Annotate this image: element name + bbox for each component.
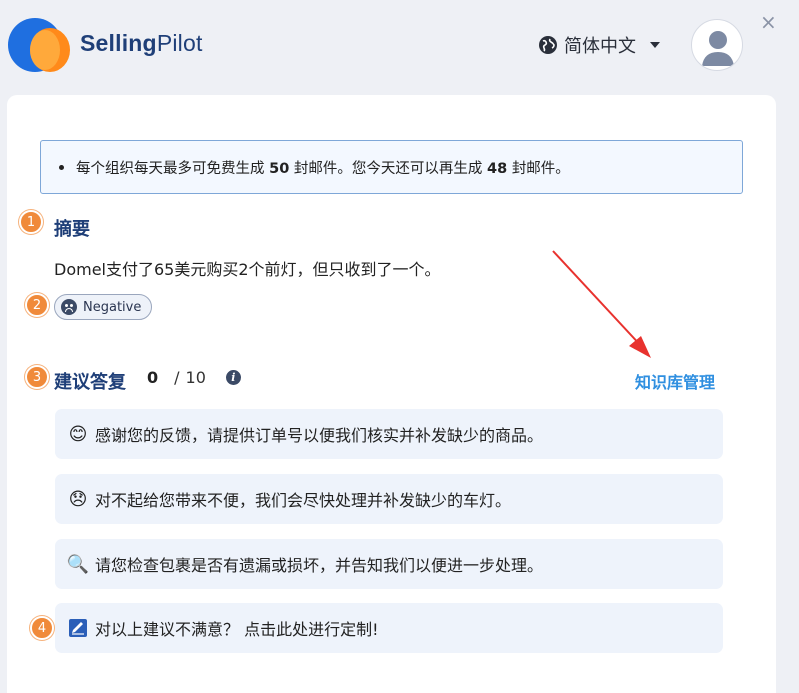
close-icon[interactable]: × xyxy=(760,12,777,32)
selling-pilot-logo xyxy=(8,18,72,74)
brand-name: SellingPilot xyxy=(80,30,203,56)
suggestion-counter: 0 / 10 i xyxy=(147,368,241,387)
edit-icon xyxy=(67,617,89,639)
sad-face-icon xyxy=(61,299,77,315)
app-header: SellingPilot 简体中文 × xyxy=(0,0,799,92)
count-used: 0 xyxy=(147,368,159,387)
reply-text: 请您检查包裹是否有遗漏或损坏，并告知我们以便进一步处理。 xyxy=(95,556,544,575)
suggested-reply-1[interactable]: 😊 感谢您的反馈，请提供订单号以便我们核实并补发缺少的商品。 xyxy=(55,409,723,459)
disappointed-emoji-icon: 😞 xyxy=(68,488,88,510)
sentiment-label: Negative xyxy=(83,299,142,315)
knowledge-base-link[interactable]: 知识库管理 xyxy=(635,369,715,393)
customize-suggestions-button[interactable]: 对以上建议不满意？ 点击此处进行定制! xyxy=(55,603,723,653)
step-marker-2: 2 xyxy=(25,293,49,317)
suggested-reply-2[interactable]: 😞 对不起给您带来不便，我们会尽快处理并补发缺少的车灯。 xyxy=(55,474,723,524)
reply-text: 对不起给您带来不便，我们会尽快处理并补发缺少的车灯。 xyxy=(95,491,512,510)
quota-notice: 每个组织每天最多可免费生成 50 封邮件。您今天还可以再生成 48 封邮件。 xyxy=(40,140,743,194)
step-marker-4: 4 xyxy=(30,616,54,640)
smile-emoji-icon: 😊 xyxy=(68,423,88,445)
remaining-count: 48 xyxy=(487,160,508,177)
user-avatar[interactable] xyxy=(691,19,743,71)
suggestions-title: 建议答复 xyxy=(54,372,126,393)
bullet-icon xyxy=(59,164,64,170)
daily-limit: 50 xyxy=(269,160,290,177)
language-label: 简体中文 xyxy=(564,36,636,57)
info-icon[interactable]: i xyxy=(225,370,241,385)
summary-text: Domel支付了65美元购买2个前灯，但只收到了一个。 xyxy=(54,260,441,279)
magnifier-icon: 🔍 xyxy=(66,553,90,575)
step-marker-1: 1 xyxy=(19,210,43,234)
summary-title: 摘要 xyxy=(54,219,90,240)
sentiment-badge: Negative xyxy=(54,294,153,320)
user-icon xyxy=(702,31,734,66)
chevron-down-icon xyxy=(650,42,660,48)
language-selector[interactable]: 简体中文 xyxy=(538,32,660,58)
main-card: 每个组织每天最多可免费生成 50 封邮件。您今天还可以再生成 48 封邮件。 1… xyxy=(7,95,776,693)
globe-icon xyxy=(539,36,557,54)
step-marker-3: 3 xyxy=(25,365,49,389)
customize-text: 对以上建议不满意？ 点击此处进行定制! xyxy=(95,620,379,639)
notice-text: 每个组织每天最多可免费生成 50 封邮件。您今天还可以再生成 48 封邮件。 xyxy=(76,160,570,177)
suggested-reply-3[interactable]: 🔍 请您检查包裹是否有遗漏或损坏，并告知我们以便进一步处理。 xyxy=(55,539,723,589)
reply-text: 感谢您的反馈，请提供订单号以便我们核实并补发缺少的商品。 xyxy=(95,426,544,445)
count-total: 10 xyxy=(185,368,206,387)
